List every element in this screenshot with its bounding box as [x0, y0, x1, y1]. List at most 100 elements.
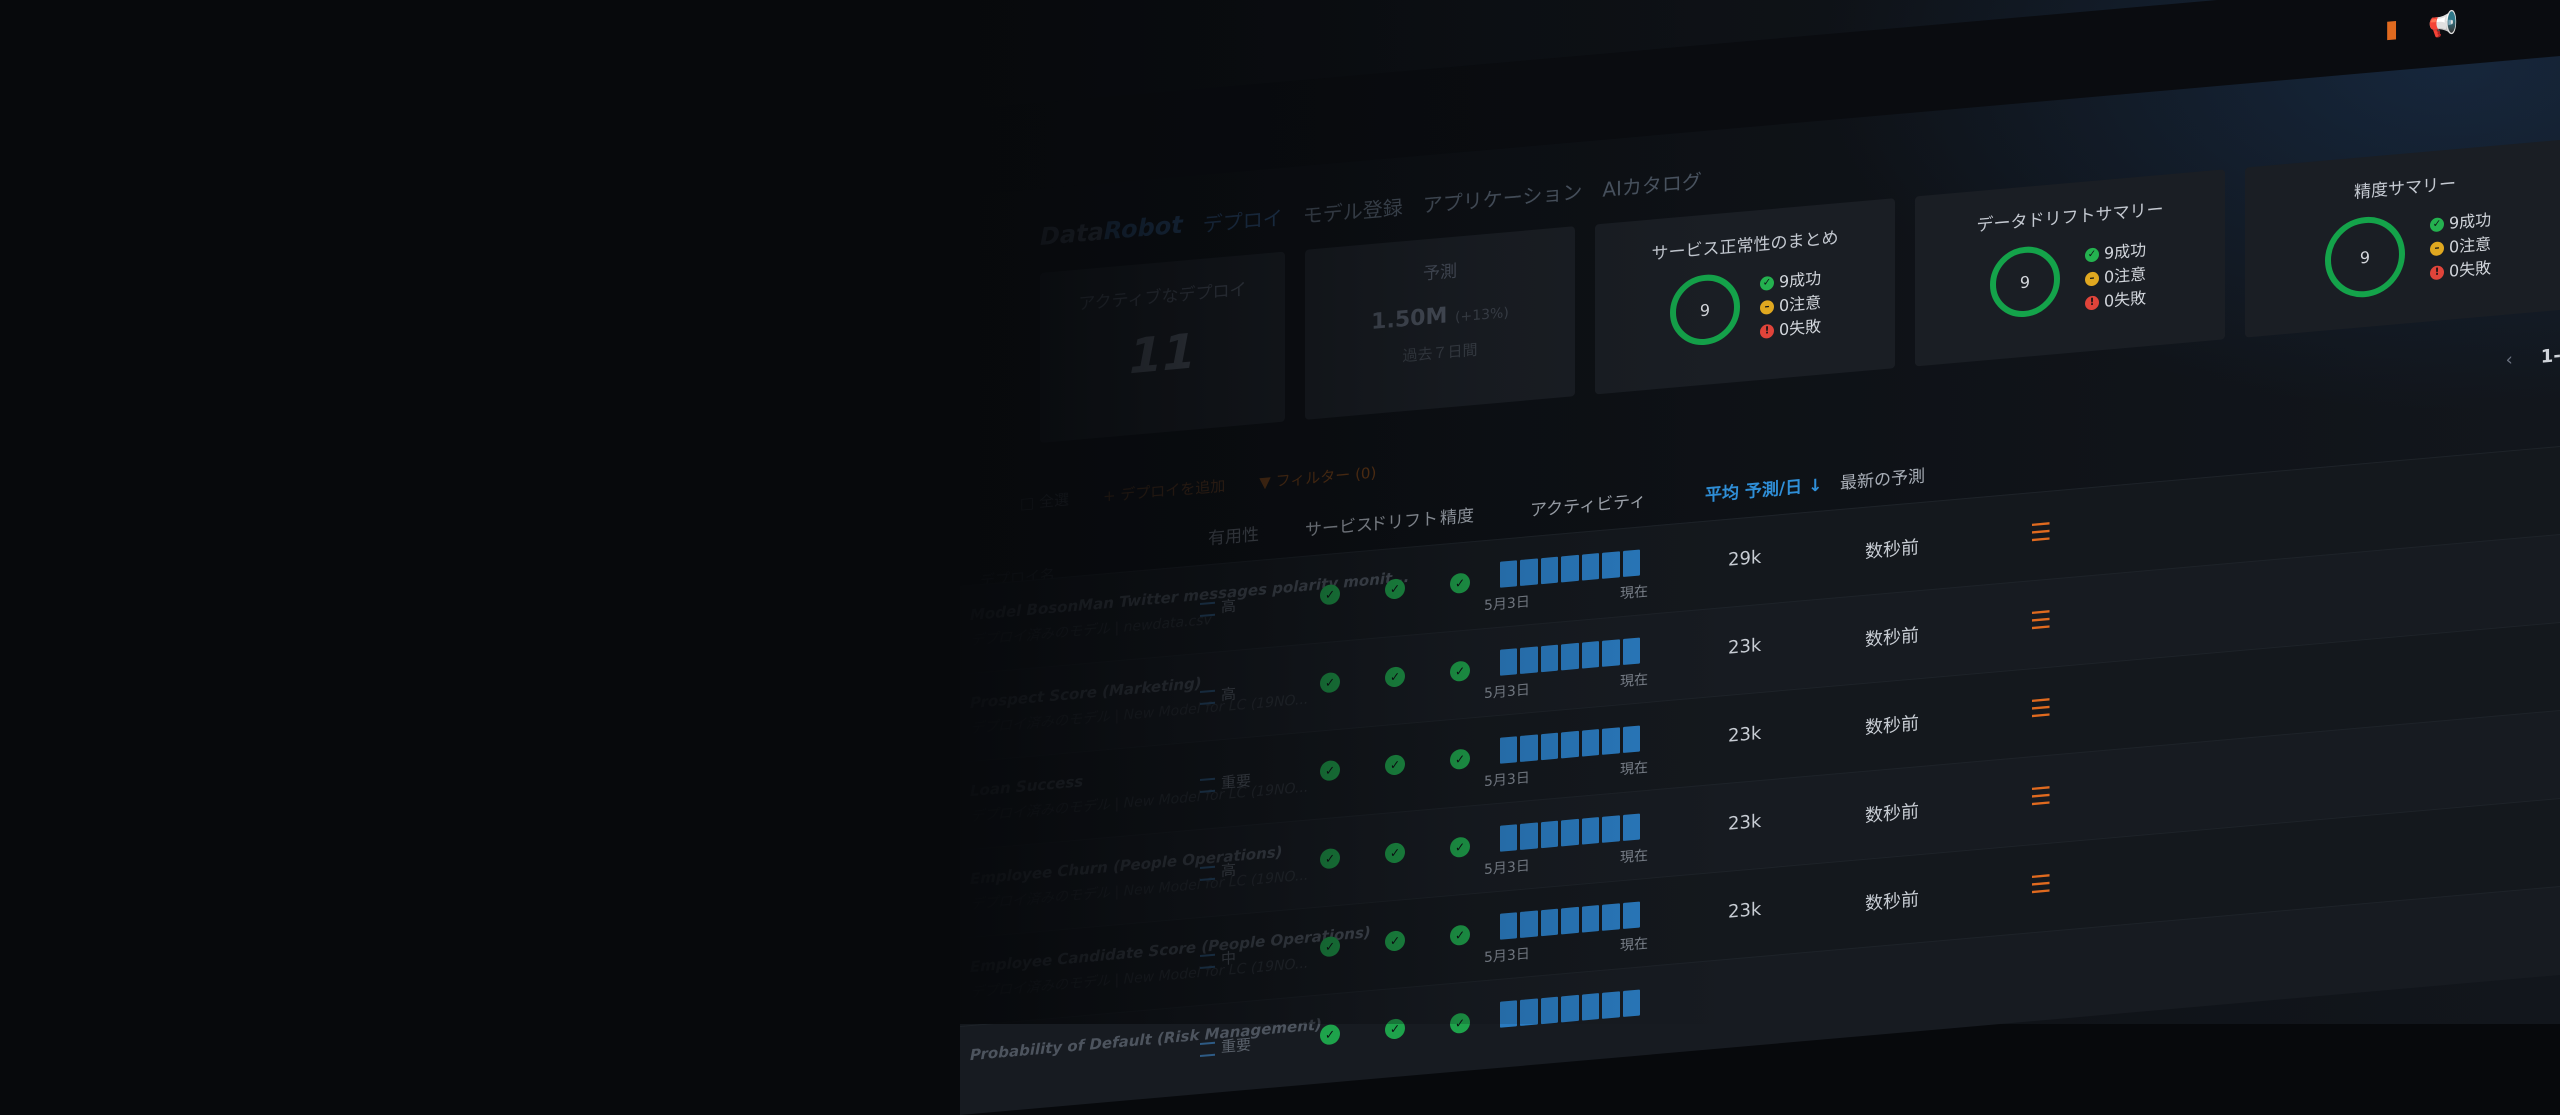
- filter-button[interactable]: ▼ フィルター (0): [1259, 462, 1376, 493]
- card-title: 精度サマリー: [2354, 174, 2456, 204]
- book-icon[interactable]: ▮: [2385, 14, 2398, 43]
- row-menu-icon[interactable]: ☰: [2030, 606, 2052, 636]
- nav-applications[interactable]: アプリケーション: [1423, 175, 1583, 218]
- recent-prediction-cell: 数秒前: [1865, 889, 1919, 915]
- importance-icon: [1200, 1041, 1215, 1057]
- activity-sparkline: [1500, 901, 1640, 940]
- header-service[interactable]: サービス: [1305, 510, 1373, 541]
- predictions-delta: (+13%): [1455, 304, 1509, 326]
- importance-label: 高: [1221, 684, 1237, 705]
- failure-label: 0失敗: [2449, 258, 2492, 281]
- accuracy-check-icon: ✓: [1450, 660, 1470, 683]
- spark-start-label: 5月3日: [1484, 594, 1530, 615]
- nav-ai-catalog[interactable]: AIカタログ: [1602, 165, 1702, 203]
- row-menu-icon[interactable]: ☰: [2030, 694, 2052, 724]
- nav-deployments[interactable]: デプロイ: [1203, 201, 1283, 237]
- header-accuracy[interactable]: 精度: [1440, 501, 1474, 529]
- spark-end-label: 現在: [1620, 759, 1648, 779]
- megaphone-icon[interactable]: 📢: [2428, 9, 2458, 40]
- importance-icon: [1200, 953, 1215, 969]
- activity-sparkline: [1500, 637, 1640, 676]
- avg-predictions-cell: 23k: [1728, 634, 1762, 659]
- data-drift-card[interactable]: データドリフトサマリー 9 ✓ 9成功 –0注意 ! 0失敗: [1915, 169, 2225, 367]
- spark-start-label: 5月3日: [1484, 858, 1530, 879]
- importance-cell: 高: [1200, 683, 1236, 707]
- sort-desc-icon: ↓: [1808, 475, 1823, 497]
- row-menu-icon[interactable]: ☰: [2030, 870, 2052, 900]
- warning-icon: –: [2085, 271, 2099, 287]
- importance-icon: [1200, 777, 1215, 793]
- drift-check-icon: ✓: [1385, 930, 1405, 952]
- deployment-name[interactable]: Probability of Default (Risk Management): [970, 1015, 1322, 1064]
- prev-page-icon[interactable]: ‹: [2506, 349, 2513, 371]
- accuracy-check-icon: ✓: [1450, 836, 1470, 859]
- pagination: ‹ 1-11 / 11: [2506, 339, 2560, 371]
- failure-icon: !: [1760, 323, 1774, 340]
- header-importance[interactable]: 有用性: [1208, 520, 1259, 549]
- accuracy-card[interactable]: 精度サマリー 9 ✓ 9成功 –0注意 ! 0失敗: [2245, 139, 2560, 338]
- warning-icon: –: [2430, 241, 2444, 257]
- accuracy-ring: 9: [2325, 213, 2405, 301]
- avg-predictions-cell: 29k: [1728, 546, 1762, 571]
- drift-check-icon: ✓: [1385, 842, 1405, 864]
- drift-check-icon: ✓: [1385, 578, 1405, 600]
- header-recent-prediction[interactable]: 最新の予測: [1840, 462, 1925, 494]
- failure-icon: !: [2085, 295, 2099, 311]
- service-health-card[interactable]: サービス正常性のまとめ 9 ✓ 9成功 –0注意 ! 0失敗: [1595, 198, 1895, 395]
- page-range: 1-11 / 11: [2540, 339, 2560, 368]
- predictions-card: 予測 1.50M (+13%) 過去７日間: [1305, 226, 1575, 420]
- service-check-icon: ✓: [1320, 759, 1340, 782]
- spark-start-label: 5月3日: [1484, 770, 1530, 791]
- header-activity[interactable]: アクティビティ: [1530, 486, 1646, 521]
- card-title: アクティブなデプロイ: [1078, 279, 1247, 315]
- service-check-icon: ✓: [1320, 1023, 1340, 1046]
- accuracy-check-icon: ✓: [1450, 1012, 1470, 1035]
- recent-prediction-cell: 数秒前: [1865, 713, 1919, 739]
- success-icon: ✓: [2430, 217, 2444, 233]
- activity-sparkline: [1500, 813, 1640, 852]
- accuracy-check-icon: ✓: [1450, 924, 1470, 947]
- header-avg-label: 平均 予測/日: [1705, 477, 1803, 506]
- row-menu-icon[interactable]: ☰: [2030, 518, 2052, 548]
- success-icon: ✓: [2085, 247, 2099, 263]
- importance-cell: 高: [1200, 859, 1236, 883]
- avg-predictions-cell: 23k: [1728, 722, 1762, 747]
- logo-text-b: Robot: [1103, 210, 1183, 246]
- avg-predictions-cell: 23k: [1728, 810, 1762, 835]
- avg-predictions-cell: 23k: [1728, 898, 1762, 923]
- drift-check-icon: ✓: [1385, 666, 1405, 688]
- failure-label: 0失敗: [1779, 316, 1822, 340]
- header-drift[interactable]: ドリフト: [1370, 504, 1438, 535]
- add-deployment-button[interactable]: + デプロイを追加: [1103, 475, 1225, 507]
- service-check-icon: ✓: [1320, 671, 1340, 694]
- card-title: サービス正常性のまとめ: [1651, 228, 1839, 265]
- header-avg-predictions[interactable]: 平均 予測/日 ↓: [1705, 471, 1822, 506]
- recent-prediction-cell: 数秒前: [1865, 537, 1919, 563]
- importance-cell: 重要: [1200, 1034, 1251, 1059]
- accuracy-check-icon: ✓: [1450, 572, 1470, 595]
- activity-sparkline: [1500, 725, 1640, 764]
- datarobot-logo[interactable]: DataRobot: [1040, 211, 1183, 251]
- drift-check-icon: ✓: [1385, 1018, 1405, 1040]
- dashboard-perspective: ▮ 📢 DataRobot デプロイ モデル登録 アプリケーション AIカタログ…: [960, 0, 2560, 1115]
- spark-end-label: 現在: [1620, 847, 1648, 867]
- summary-cards: アクティブなデプロイ 11 予測 1.50M (+13%) 過去７日間 サービス…: [1040, 131, 2560, 444]
- importance-icon: [1200, 601, 1215, 617]
- select-all-checkbox[interactable]: □ 全選: [1020, 488, 1069, 513]
- importance-label: 重要: [1221, 771, 1252, 793]
- importance-cell: 重要: [1200, 770, 1251, 795]
- importance-cell: 高: [1200, 595, 1236, 619]
- service-ring: 9: [1670, 271, 1740, 348]
- drift-check-icon: ✓: [1385, 754, 1405, 776]
- accuracy-check-icon: ✓: [1450, 748, 1470, 771]
- nav-model-registry[interactable]: モデル登録: [1303, 191, 1403, 229]
- spark-end-label: 現在: [1620, 583, 1648, 603]
- active-count: 11: [1129, 323, 1196, 386]
- spark-end-label: 現在: [1620, 935, 1648, 955]
- drift-ring: 9: [1990, 243, 2060, 320]
- service-legend: ✓ 9成功 –0注意 ! 0失敗: [1760, 267, 1821, 344]
- importance-label: 高: [1221, 596, 1237, 617]
- row-menu-icon[interactable]: ☰: [2030, 782, 2052, 812]
- deployment-name[interactable]: Loan Success: [970, 772, 1083, 800]
- service-check-icon: ✓: [1320, 847, 1340, 870]
